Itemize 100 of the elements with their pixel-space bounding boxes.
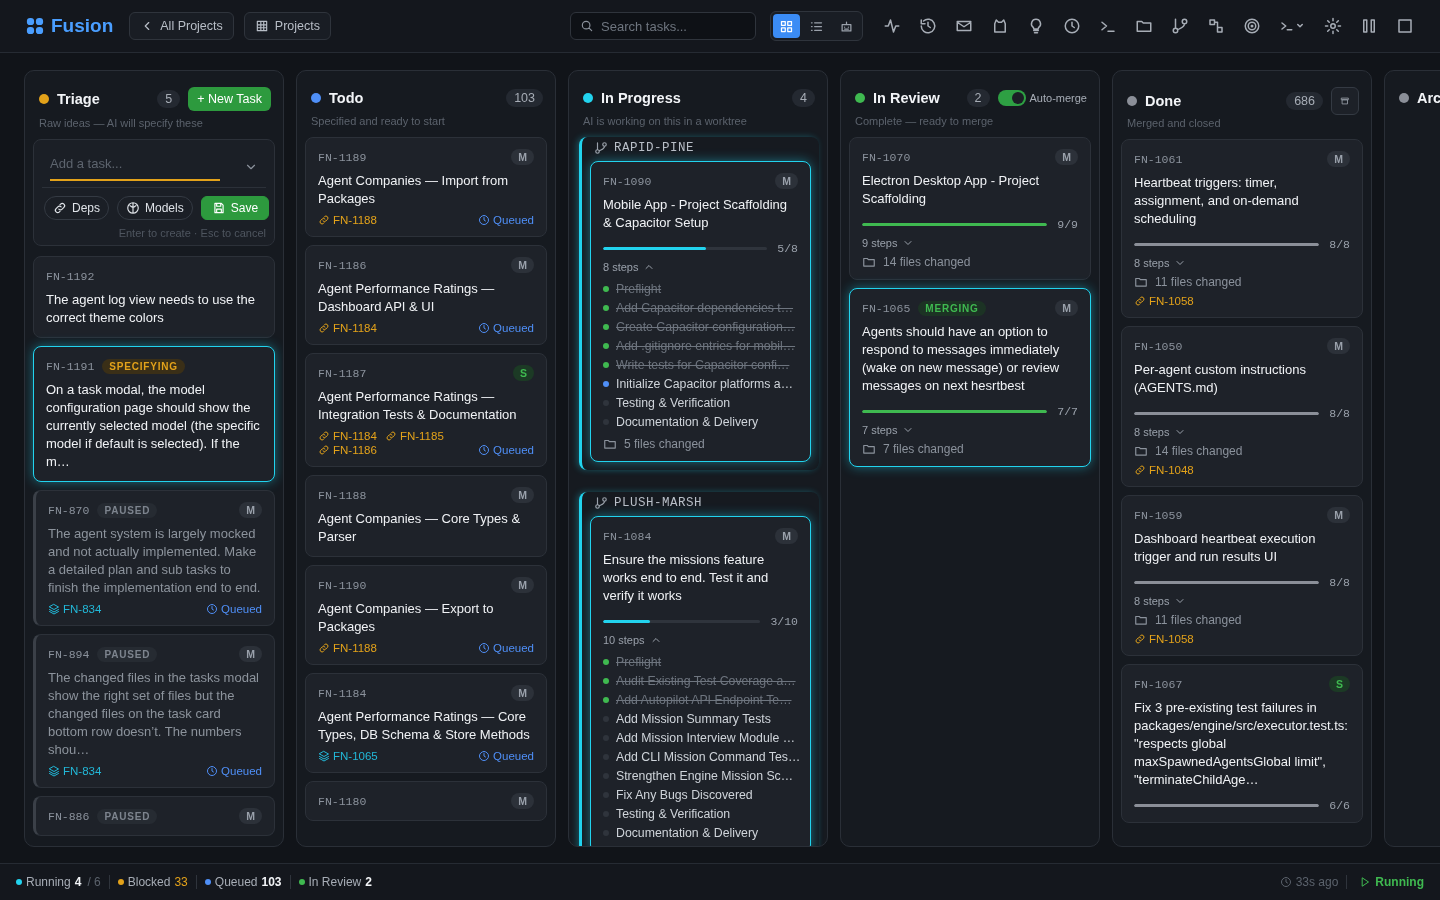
task-card[interactable] bbox=[590, 516, 811, 846]
task-card[interactable]: FN-1061 M Heartbeat triggers: timer, assignment, and on-demand scheduling 8/8 8 steps 11 files changed FN-1058 bbox=[1121, 139, 1363, 318]
task-card[interactable]: FN-1188 M Agent Companies — Core Types & Parser bbox=[305, 475, 547, 557]
board-icon bbox=[779, 18, 794, 34]
task-title: Agent Companies — Core Types & Parser bbox=[318, 510, 522, 546]
task-card[interactable]: FN-1192 The agent log view needs to use the correct theme colors bbox=[33, 256, 275, 338]
deps-button[interactable]: Deps bbox=[44, 196, 109, 220]
app-logo: Fusion bbox=[51, 15, 114, 37]
task-card[interactable]: FN-1190 M Agent Companies — Export to Packages FN-1188 Queued bbox=[305, 565, 547, 665]
git-branch-icon[interactable] bbox=[1171, 17, 1189, 35]
dependency-link[interactable]: FN-1188 bbox=[318, 214, 377, 226]
size-badge: S bbox=[513, 365, 534, 381]
dependency-link[interactable]: FN-1058 bbox=[1134, 633, 1194, 645]
task-id: FN-1192 bbox=[46, 269, 95, 283]
task-count: 4 bbox=[792, 89, 815, 107]
step-label: Fix Any Bugs Discovered bbox=[616, 787, 753, 802]
task-card[interactable]: FN-870 PAUSED M The agent system is largely mocked and not actually implemented. Make a detailed plan and sub tasks to finish the implementation end to end. FN-834 Queued bbox=[33, 490, 275, 626]
task-title: The changed files in the tasks modal show the right set of files but the changed files on the task card bottom row doesn’t. The numbers shou… bbox=[48, 669, 260, 759]
dependency-link[interactable]: FN-1058 bbox=[1134, 295, 1194, 307]
status-badge: SPECIFYING bbox=[102, 358, 185, 374]
column-subtitle: Merged and closed bbox=[1126, 116, 1222, 129]
task-card[interactable]: FN-1184 M Agent Performance Ratings — Core Types, DB Schema & Store Methods FN-1065 Queued bbox=[305, 673, 547, 773]
add-task-field[interactable]: Add a task... bbox=[50, 152, 220, 181]
dependency-link[interactable]: FN-834 bbox=[48, 765, 102, 777]
task-card[interactable]: FN-1187 S Agent Performance Ratings — Integration Tests & Documentation FN-1184 FN-1185 FN-1186 Queued bbox=[305, 353, 547, 467]
status-label: In Review bbox=[308, 875, 362, 889]
archive-button[interactable] bbox=[1331, 87, 1359, 115]
new-task-button[interactable]: + New Task bbox=[188, 87, 271, 111]
grid-icon bbox=[254, 19, 269, 33]
task-card[interactable]: FN-1067 S Fix 3 pre-existing test failures in packages/engine/src/executor.test.ts: "respects global maxSpawnedAgentsGlobal limit", "terminateChildAge… 6/6 bbox=[1121, 664, 1363, 823]
dependency-link[interactable]: FN-1185 bbox=[384, 430, 444, 442]
steps-toggle[interactable]: 9 steps bbox=[862, 237, 915, 249]
task-card[interactable]: FN-1070 M Electron Desktop App - Project Scaffolding 9/9 9 steps 14 files changed bbox=[849, 137, 1091, 280]
steps-toggle[interactable]: 7 steps bbox=[862, 424, 915, 436]
projects-button[interactable]: Projects bbox=[243, 12, 331, 40]
step-label: Write tests for Capacitor confi… bbox=[616, 357, 790, 372]
files-changed: 5 files changed bbox=[624, 437, 705, 451]
task-card[interactable]: FN-894 PAUSED M The changed files in the tasks modal show the right set of files but the changed files on the task card bottom row doesn’t. The numbers shou… FN-834 Queued bbox=[33, 634, 275, 788]
queue-status: Queued bbox=[206, 603, 262, 615]
task-card[interactable]: FN-1050 M Per-agent custom instructions (AGENTS.md) 8/8 8 steps 14 files changed FN-1048 bbox=[1121, 326, 1363, 487]
auto-merge-toggle[interactable] bbox=[997, 90, 1026, 106]
folder-icon bbox=[862, 255, 876, 269]
dependency-link[interactable]: FN-834 bbox=[48, 603, 102, 615]
task-id: FN-1070 bbox=[862, 150, 911, 164]
task-card[interactable]: FN-1191 SPECIFYING On a task modal, the model configuration page should show the currently selected model (the specific model if default is selected). If the m… bbox=[33, 346, 275, 482]
clock-icon bbox=[478, 642, 491, 654]
settings-icon[interactable] bbox=[1324, 17, 1342, 35]
columns-icon[interactable] bbox=[1360, 17, 1378, 35]
dependency-link[interactable]: FN-1184 bbox=[318, 322, 377, 334]
dependency-link[interactable]: FN-1186 bbox=[318, 444, 377, 456]
steps-toggle[interactable]: 8 steps bbox=[1134, 595, 1187, 607]
task-card[interactable]: FN-1189 M Agent Companies — Import from Packages FN-1188 Queued bbox=[305, 137, 547, 237]
link-icon bbox=[384, 430, 397, 442]
search-field[interactable]: Search tasks... bbox=[570, 12, 756, 40]
task-card[interactable]: FN-1180 M bbox=[305, 781, 547, 821]
size-badge: M bbox=[511, 257, 534, 273]
nodes-icon[interactable] bbox=[1207, 17, 1225, 35]
dependency-link[interactable]: FN-1065 bbox=[318, 750, 378, 762]
column-title: In Review bbox=[873, 90, 940, 106]
files-changed: 11 files changed bbox=[1155, 613, 1242, 627]
square-icon[interactable] bbox=[1396, 17, 1414, 35]
clock-icon bbox=[1279, 876, 1292, 888]
models-button[interactable]: Models bbox=[117, 196, 193, 220]
link-icon bbox=[318, 322, 330, 334]
step-label: Documentation & Delivery bbox=[616, 414, 759, 429]
task-card[interactable]: FN-1059 M Dashboard heartbeat execution trigger and run results UI 8/8 8 steps 11 files changed FN-1058 bbox=[1121, 495, 1363, 656]
dependency-link[interactable]: FN-1048 bbox=[1134, 464, 1194, 476]
worktree-name: RAPID-PINE bbox=[614, 141, 694, 155]
step-label: Add .gitignore entries for mobil… bbox=[616, 338, 796, 353]
steps-toggle[interactable]: 8 steps bbox=[603, 261, 656, 273]
steps-toggle[interactable]: 8 steps bbox=[1134, 257, 1187, 269]
board-view-button[interactable] bbox=[773, 14, 800, 38]
engine-status[interactable]: Running bbox=[1359, 875, 1424, 889]
task-card[interactable] bbox=[590, 161, 811, 462]
task-title: The agent log view needs to use the correct theme colors bbox=[46, 291, 256, 327]
queue-status: Queued bbox=[478, 322, 534, 334]
search-icon bbox=[580, 19, 594, 33]
steps-toggle[interactable]: 10 steps bbox=[603, 634, 662, 646]
save-button[interactable]: Save bbox=[200, 196, 270, 220]
target-icon[interactable] bbox=[1243, 17, 1261, 35]
dependency-link[interactable]: FN-1188 bbox=[318, 642, 377, 654]
activity-icon[interactable] bbox=[883, 17, 901, 35]
folder-icon bbox=[1134, 613, 1148, 627]
task-card[interactable]: FN-886 PAUSED M bbox=[33, 796, 275, 836]
clock-icon[interactable] bbox=[1063, 17, 1081, 35]
task-card[interactable]: FN-1065 MERGING M Agents should have an option to respond to messages immediately (wake on new message) or review messages on next hesrtbest 7/7 7 steps 7 files changed bbox=[849, 288, 1091, 467]
link-icon bbox=[318, 430, 330, 442]
task-id: FN-1191 bbox=[46, 359, 95, 373]
step-label: Add Mission Interview Module … bbox=[616, 730, 796, 745]
task-title: The agent system is largely mocked and not actually implemented. Make a detailed plan and sub tasks to finish the implementation end to end. bbox=[48, 525, 262, 597]
dependency-link[interactable]: FN-1184 bbox=[318, 430, 377, 442]
status-label: Blocked bbox=[127, 875, 171, 889]
clock-icon bbox=[478, 750, 491, 762]
history-icon[interactable] bbox=[919, 17, 937, 35]
steps-toggle[interactable]: 8 steps bbox=[1134, 426, 1187, 438]
link-icon bbox=[318, 444, 330, 456]
back-button[interactable]: All Projects bbox=[129, 12, 234, 40]
folder-icon bbox=[603, 437, 617, 451]
cat-icon[interactable] bbox=[991, 17, 1009, 35]
task-card[interactable]: FN-1186 M Agent Performance Ratings — Dashboard API & UI FN-1184 Queued bbox=[305, 245, 547, 345]
